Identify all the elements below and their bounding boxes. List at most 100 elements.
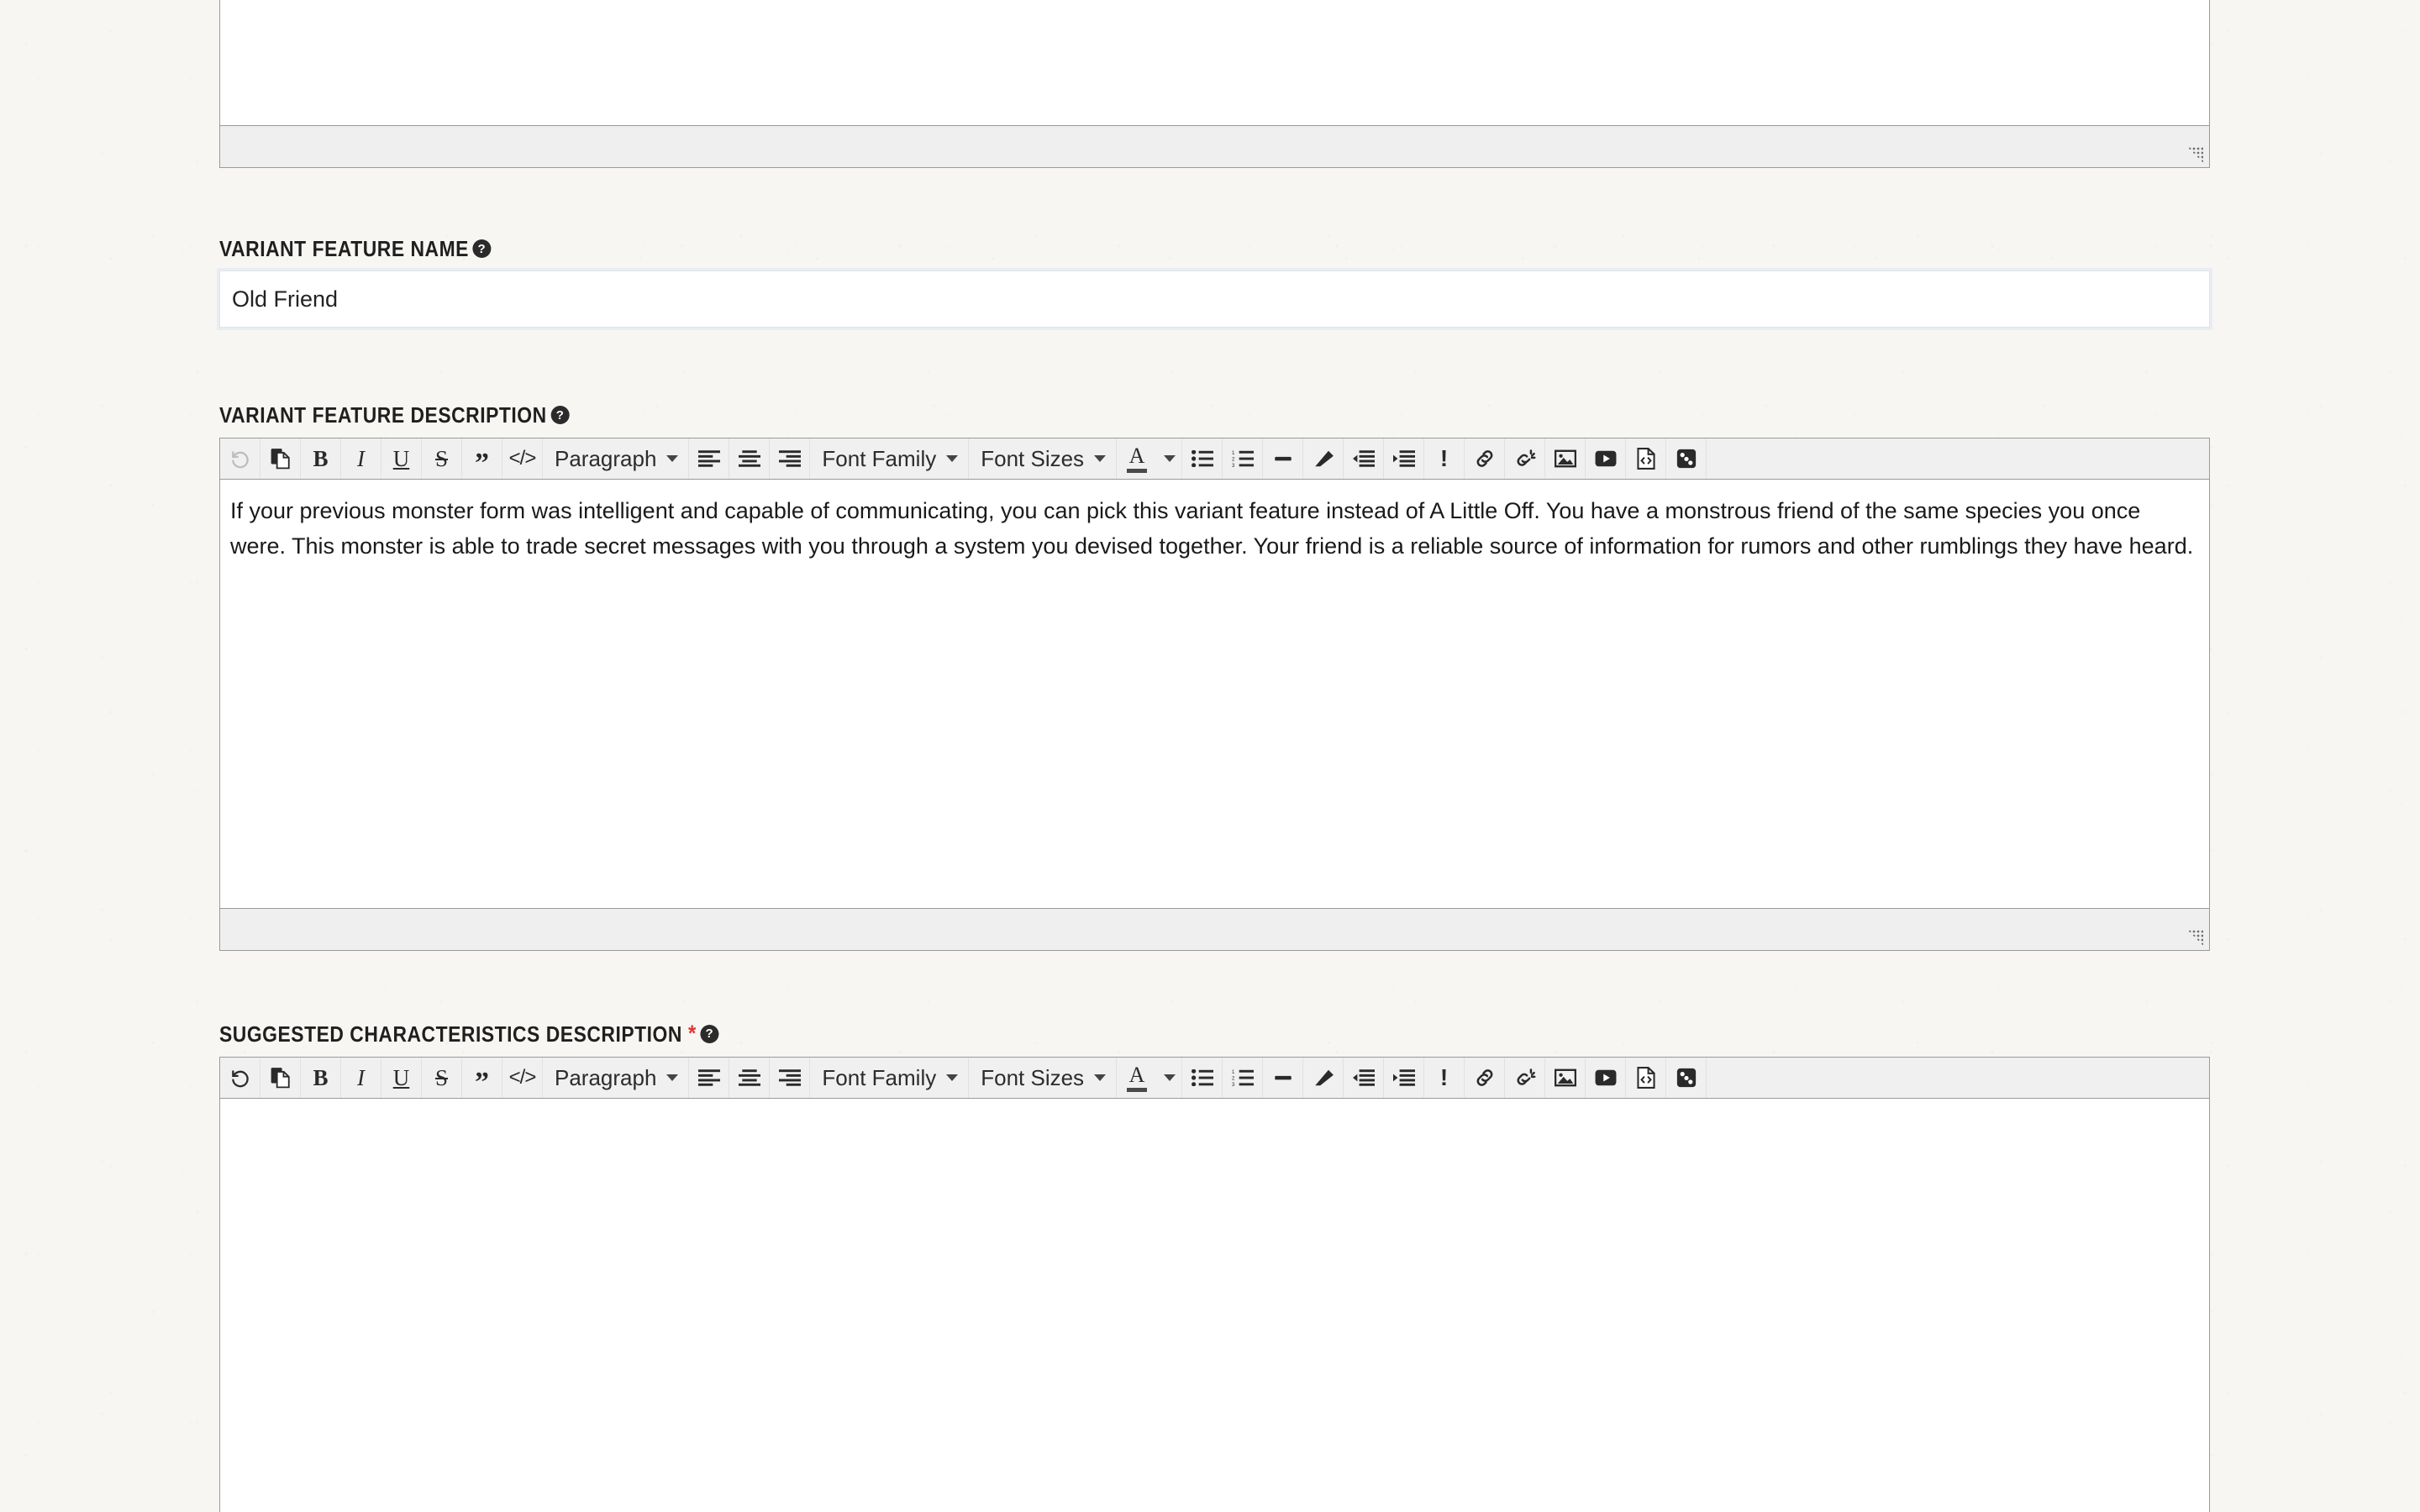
align-left-icon[interactable] — [689, 1058, 730, 1098]
inline-code-icon[interactable]: </> — [502, 438, 543, 479]
horizontal-rule-icon[interactable] — [1263, 1058, 1304, 1098]
bold-icon[interactable]: B — [301, 438, 341, 479]
chevron-down-icon — [1163, 1074, 1176, 1081]
suggested-characteristics-description-label: SUGGESTED CHARACTERISTICS DESCRIPTION * … — [219, 1022, 1971, 1045]
underline-icon[interactable]: U — [381, 438, 422, 479]
top-editor-body[interactable] — [220, 0, 2209, 125]
align-right-icon[interactable] — [770, 1058, 811, 1098]
strikethrough-icon[interactable]: S — [422, 438, 462, 479]
chevron-down-icon — [1163, 455, 1176, 462]
editor-toolbar[interactable]: B I U S ” </> Paragraph Font Family Font… — [220, 1058, 2209, 1099]
quote-glyph: ” — [475, 1066, 489, 1098]
inline-code-icon[interactable]: </> — [502, 1058, 543, 1098]
block-format-select[interactable]: Paragraph — [543, 438, 690, 479]
italic-icon[interactable]: I — [341, 438, 381, 479]
align-center-icon[interactable] — [729, 1058, 771, 1098]
question-mark-icon[interactable]: ? — [472, 239, 492, 258]
outdent-icon[interactable] — [1344, 438, 1385, 479]
unlink-icon[interactable] — [1505, 1058, 1546, 1098]
align-left-icon[interactable] — [689, 438, 730, 479]
editor-toolbar[interactable]: B I U S ” </> Paragraph Font Family Font… — [220, 438, 2209, 480]
label-text: VARIANT FEATURE NAME — [219, 236, 469, 261]
unlink-icon[interactable] — [1505, 438, 1546, 479]
font-family-select[interactable]: Font Family — [810, 1058, 970, 1098]
indent-icon[interactable] — [1384, 1058, 1425, 1098]
indent-icon[interactable] — [1384, 438, 1425, 479]
text-color-glyph: A — [1128, 443, 1145, 468]
code-glyph: </> — [508, 447, 537, 470]
font-family-select[interactable]: Font Family — [810, 438, 970, 479]
text-color-dropdown[interactable] — [1157, 1058, 1183, 1098]
outdent-icon[interactable] — [1344, 1058, 1385, 1098]
text-color-icon[interactable]: A — [1117, 438, 1157, 479]
svg-text:2: 2 — [1232, 1077, 1235, 1082]
source-code-icon[interactable] — [1626, 1058, 1667, 1098]
font-sizes-value: Font Sizes — [981, 445, 1085, 471]
dice-icon[interactable] — [1666, 438, 1707, 479]
svg-text:2: 2 — [1232, 458, 1235, 463]
font-sizes-select[interactable]: Font Sizes — [969, 438, 1118, 479]
suggested-characteristics-editor-container: B I U S ” </> Paragraph Font Family Font… — [219, 1057, 2210, 1512]
insert-video-icon[interactable] — [1586, 1058, 1627, 1098]
align-right-icon[interactable] — [770, 438, 811, 479]
dice-icon[interactable] — [1666, 1058, 1707, 1098]
variant-feature-name-input[interactable] — [219, 270, 2210, 328]
resize-grip-icon[interactable] — [2188, 147, 2203, 162]
bullet-list-icon[interactable] — [1182, 438, 1223, 479]
chevron-down-icon — [946, 1074, 959, 1081]
bold-glyph: B — [313, 445, 329, 471]
text-color-icon[interactable]: A — [1117, 1058, 1157, 1098]
link-icon[interactable] — [1465, 438, 1506, 479]
resize-grip-icon[interactable] — [2188, 930, 2203, 945]
strikethrough-icon[interactable]: S — [422, 1058, 462, 1098]
top-editor-statusbar — [220, 125, 2209, 167]
variant-feature-name-label-row: VARIANT FEATURE NAME ? — [219, 238, 2210, 260]
blockquote-icon[interactable]: ” — [462, 1058, 502, 1098]
bold-glyph: B — [313, 1064, 329, 1090]
svg-text:1: 1 — [1232, 451, 1235, 456]
suggested-characteristics-description-editor[interactable]: B I U S ” </> Paragraph Font Family Font… — [219, 1057, 2210, 1512]
block-format-select[interactable]: Paragraph — [543, 1058, 690, 1098]
bold-icon[interactable]: B — [301, 1058, 341, 1098]
variant-feature-description-body[interactable]: If your previous monster form was intell… — [220, 480, 2209, 908]
numbered-list-icon[interactable]: 1 2 3 — [1223, 1058, 1264, 1098]
align-center-icon[interactable] — [729, 438, 771, 479]
quote-glyph: ” — [475, 447, 489, 479]
paste-as-text-icon[interactable] — [260, 438, 301, 479]
numbered-list-icon[interactable]: 1 2 3 — [1223, 438, 1264, 479]
paste-as-text-icon[interactable] — [260, 1058, 301, 1098]
insert-video-icon[interactable] — [1586, 438, 1627, 479]
font-sizes-select[interactable]: Font Sizes — [969, 1058, 1118, 1098]
suggested-characteristics-description-body[interactable] — [220, 1099, 2209, 1512]
exclamation-icon[interactable]: ! — [1424, 1058, 1465, 1098]
variant-feature-description-editor[interactable]: B I U S ” </> Paragraph Font Family Font… — [219, 438, 2210, 951]
variant-feature-description-editor-container: B I U S ” </> Paragraph Font Family Font… — [219, 438, 2210, 951]
strikethrough-glyph: S — [434, 1064, 449, 1090]
source-code-icon[interactable] — [1626, 438, 1667, 479]
form-page: VARIANT FEATURE NAME ? VARIANT FEATURE D… — [0, 0, 2420, 1512]
bullet-list-icon[interactable] — [1182, 1058, 1223, 1098]
exclamation-glyph: ! — [1439, 1064, 1449, 1090]
font-family-value: Font Family — [822, 445, 937, 471]
svg-text:3: 3 — [1232, 464, 1235, 467]
clear-formatting-icon[interactable] — [1303, 1058, 1344, 1098]
question-mark-icon[interactable]: ? — [700, 1024, 719, 1043]
undo-icon[interactable] — [220, 1058, 260, 1098]
text-color-dropdown[interactable] — [1157, 438, 1183, 479]
suggested-characteristics-label-row: SUGGESTED CHARACTERISTICS DESCRIPTION * … — [219, 1022, 2210, 1045]
variant-feature-name-label: VARIANT FEATURE NAME ? — [219, 238, 1971, 260]
undo-icon[interactable] — [220, 438, 260, 479]
insert-image-icon[interactable] — [1545, 438, 1586, 479]
exclamation-icon[interactable]: ! — [1424, 438, 1465, 479]
underline-icon[interactable]: U — [381, 1058, 422, 1098]
clear-formatting-icon[interactable] — [1303, 438, 1344, 479]
svg-text:3: 3 — [1232, 1083, 1235, 1086]
horizontal-rule-icon[interactable] — [1263, 438, 1304, 479]
link-icon[interactable] — [1465, 1058, 1506, 1098]
variant-feature-description-label: VARIANT FEATURE DESCRIPTION ? — [219, 404, 1971, 426]
question-mark-icon[interactable]: ? — [550, 406, 570, 424]
italic-icon[interactable]: I — [341, 1058, 381, 1098]
blockquote-icon[interactable]: ” — [462, 438, 502, 479]
insert-image-icon[interactable] — [1545, 1058, 1586, 1098]
top-rich-text-editor[interactable] — [219, 0, 2210, 168]
